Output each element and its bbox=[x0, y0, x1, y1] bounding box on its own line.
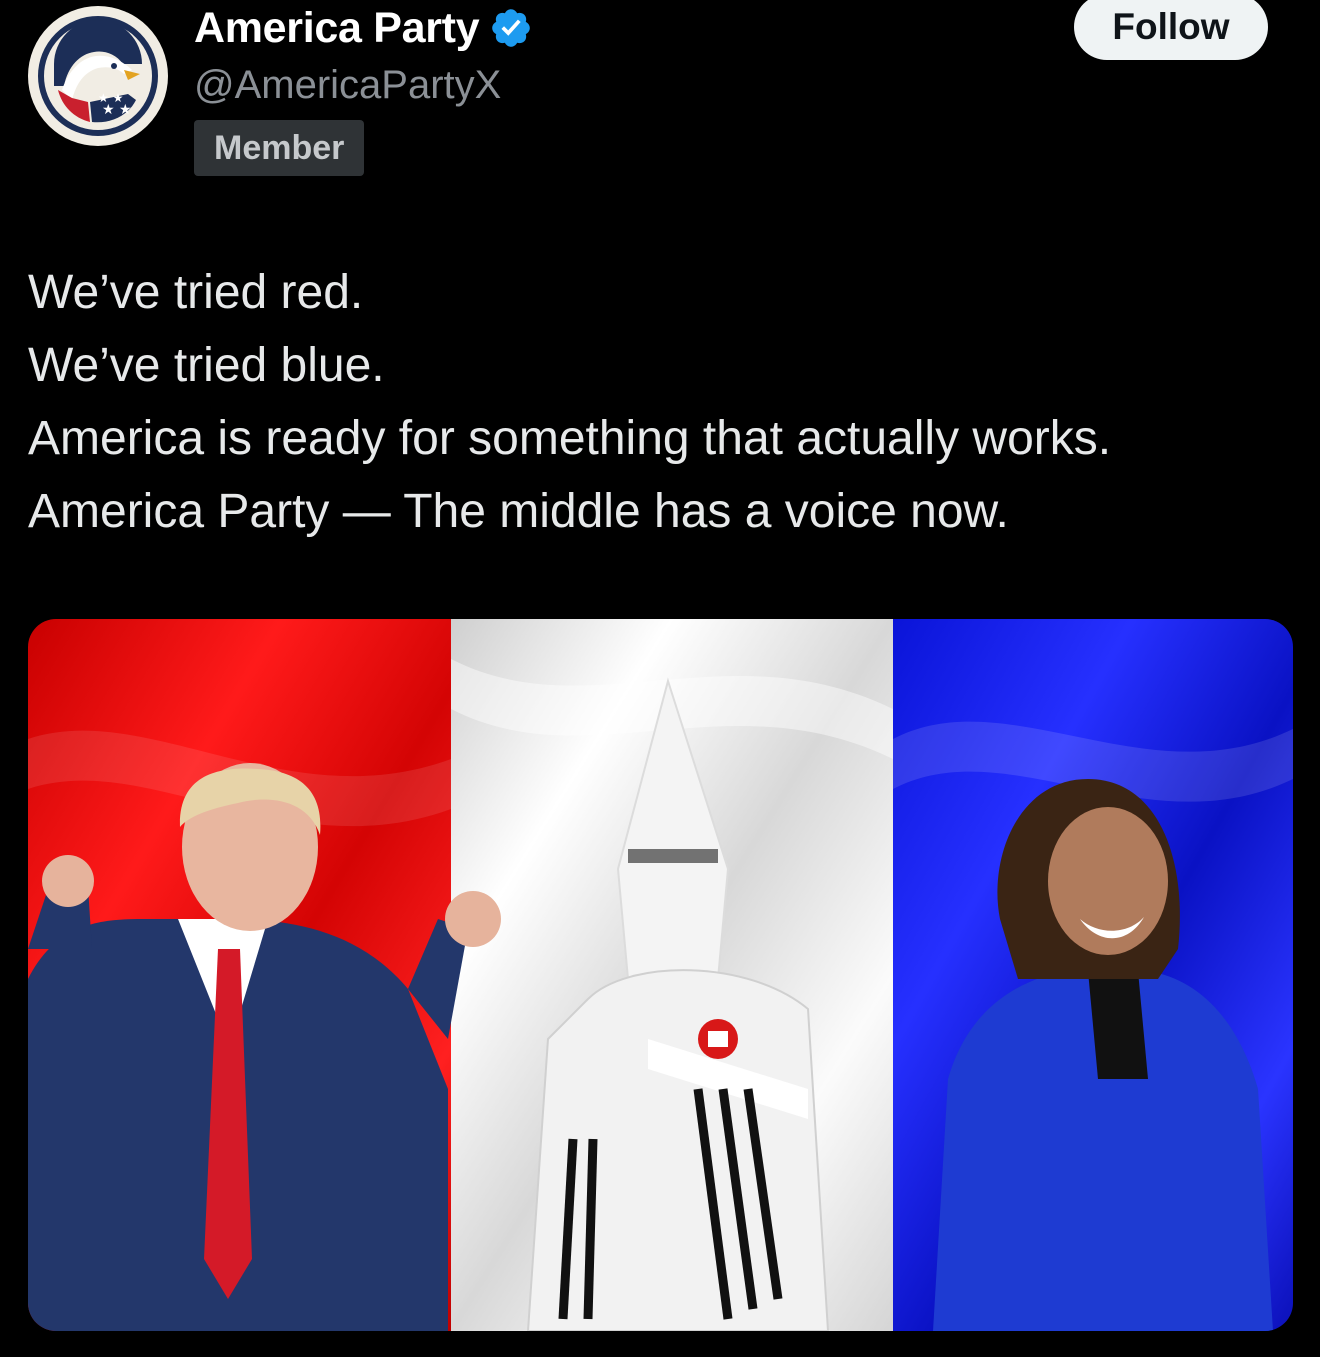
author-identity: America Party @AmericaPartyX Member bbox=[194, 0, 533, 176]
post-text-line: America is ready for something that actu… bbox=[28, 412, 1112, 465]
tricolor-composite-image bbox=[28, 619, 1293, 1331]
svg-text:★ ★: ★ ★ bbox=[98, 91, 123, 105]
post-text: We’ve tried red. We’ve tried blue. Ameri… bbox=[28, 256, 1298, 548]
author-avatar[interactable]: ★ ★ ★ ★ bbox=[28, 6, 168, 146]
name-row: America Party bbox=[194, 0, 533, 56]
post-card: ★ ★ ★ ★ America Party @AmericaPartyX Mem… bbox=[0, 0, 1320, 1357]
post-text-line: We’ve tried blue. bbox=[28, 339, 385, 392]
post-text-line: We’ve tried red. bbox=[28, 266, 364, 319]
member-badge: Member bbox=[194, 120, 365, 176]
post-media-image[interactable] bbox=[28, 619, 1293, 1331]
eagle-star-logo-icon: ★ ★ ★ ★ bbox=[30, 8, 166, 144]
verified-badge-icon[interactable] bbox=[489, 6, 533, 50]
follow-button[interactable]: Follow bbox=[1074, 0, 1268, 60]
post-text-line: America Party — The middle has a voice n… bbox=[28, 485, 1009, 538]
author-display-name[interactable]: America Party bbox=[194, 4, 480, 53]
author-handle[interactable]: @AmericaPartyX bbox=[194, 56, 533, 114]
